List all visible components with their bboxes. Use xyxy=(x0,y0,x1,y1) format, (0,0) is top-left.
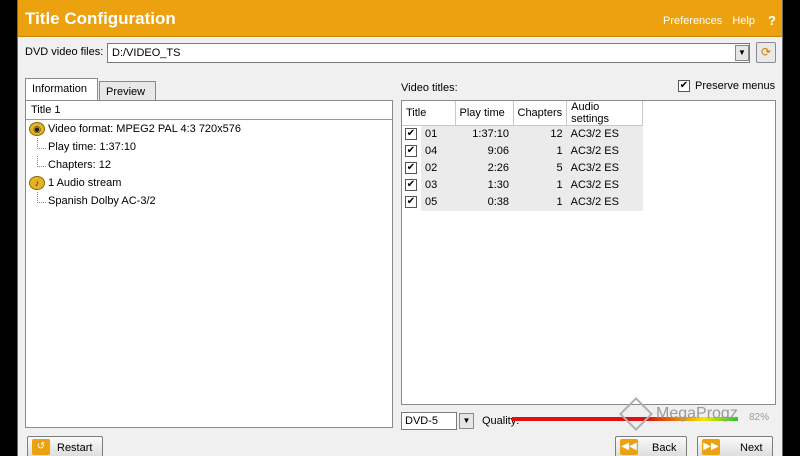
cell-title: 05 xyxy=(421,193,455,211)
table-row[interactable]: ✔ 04 9:06 1 AC3/2 ES xyxy=(402,142,643,160)
table-row[interactable]: ✔ 05 0:38 1 AC3/2 ES xyxy=(402,193,643,211)
help-link[interactable]: Help xyxy=(732,15,755,27)
cell-play-time: 1:30 xyxy=(455,176,513,194)
watermark: MegaProgz xyxy=(619,397,774,431)
cell-audio-settings: AC3/2 ES xyxy=(566,193,643,211)
audio-note-icon: ♪ xyxy=(29,176,45,190)
table-row[interactable]: ✔ 03 1:30 1 AC3/2 ES xyxy=(402,176,643,194)
cell-play-time: 0:38 xyxy=(455,193,513,211)
tree-item-play-time[interactable]: Play time: 1:37:10 xyxy=(26,138,392,156)
tree-item-audio-streams[interactable]: ♪ 1 Audio stream xyxy=(26,174,392,192)
preserve-menus-label: Preserve menus xyxy=(695,80,776,93)
dvd-files-label: DVD video files: xyxy=(25,46,104,58)
cell-title: 04 xyxy=(421,142,455,160)
info-title-header: Title 1 xyxy=(26,101,392,120)
cell-audio-settings: AC3/2 ES xyxy=(566,142,643,160)
tree-item-label: Spanish Dolby AC-3/2 xyxy=(48,195,156,207)
title-bar: Title Configuration Preferences Help ? xyxy=(18,0,782,37)
cell-audio-settings: AC3/2 ES xyxy=(566,176,643,194)
restart-button[interactable]: ↺ Restart xyxy=(27,436,103,456)
window-title: Title Configuration xyxy=(25,9,176,28)
cell-chapters: 12 xyxy=(513,125,567,143)
video-titles-label: Video titles: xyxy=(401,82,458,94)
watermark-text: MegaProgz xyxy=(656,405,738,422)
tab-preview[interactable]: Preview xyxy=(99,81,156,100)
cell-chapters: 1 xyxy=(513,176,567,194)
preferences-link[interactable]: Preferences xyxy=(663,15,722,27)
table-header-row: Title Play time Chapters Audio settings xyxy=(402,101,644,126)
column-header-chapters[interactable]: Chapters xyxy=(513,101,568,126)
tree-item-video-format[interactable]: ◉ Video format: MPEG2 PAL 4:3 720x576 xyxy=(26,120,392,138)
cell-title: 02 xyxy=(421,159,455,177)
video-titles-table: Title Play time Chapters Audio settings … xyxy=(402,101,644,211)
tab-information[interactable]: Information xyxy=(25,78,98,100)
rewind-icon: ◀◀ xyxy=(620,439,638,455)
next-label: Next xyxy=(740,442,763,454)
help-question-icon[interactable]: ? xyxy=(768,13,776,28)
checkbox-checked-icon[interactable]: ✔ xyxy=(405,128,417,141)
video-eye-icon: ◉ xyxy=(29,122,45,136)
row-checkbox[interactable]: ✔ xyxy=(402,193,421,211)
cell-title: 01 xyxy=(421,125,455,143)
cell-play-time: 2:26 xyxy=(455,159,513,177)
restart-label: Restart xyxy=(57,442,93,454)
cell-play-time: 9:06 xyxy=(455,142,513,160)
row-checkbox[interactable]: ✔ xyxy=(402,176,421,194)
dvd-files-input[interactable]: D:/VIDEO_TS xyxy=(107,43,750,63)
cell-chapters: 1 xyxy=(513,142,567,160)
cell-audio-settings: AC3/2 ES xyxy=(566,125,643,143)
checkbox-checked-icon[interactable]: ✔ xyxy=(405,196,417,209)
table-row[interactable]: ✔ 02 2:26 5 AC3/2 ES xyxy=(402,159,643,177)
row-checkbox[interactable]: ✔ xyxy=(402,125,421,143)
checkbox-checked-icon[interactable]: ✔ xyxy=(405,179,417,192)
column-header-play-time[interactable]: Play time xyxy=(455,101,514,126)
checkbox-checked-icon[interactable]: ✔ xyxy=(678,80,690,93)
row-checkbox[interactable]: ✔ xyxy=(402,159,421,177)
row-checkbox[interactable]: ✔ xyxy=(402,142,421,160)
fast-forward-icon: ▶▶ xyxy=(702,439,720,455)
tree-item-label: Play time: 1:37:10 xyxy=(48,141,137,153)
cell-chapters: 5 xyxy=(513,159,567,177)
tree-item-label: 1 Audio stream xyxy=(48,177,122,189)
back-button[interactable]: ◀◀ Back xyxy=(615,436,687,456)
information-panel: Title 1 ◉ Video format: MPEG2 PAL 4:3 72… xyxy=(25,100,393,428)
tree-item-audio-track[interactable]: Spanish Dolby AC-3/2 xyxy=(26,192,392,210)
title-links: Preferences Help ? xyxy=(656,12,776,28)
next-button[interactable]: ▶▶ Next xyxy=(697,436,773,456)
folder-refresh-icon[interactable]: ⟳ xyxy=(756,42,776,63)
chevron-down-icon[interactable]: ▼ xyxy=(459,413,474,429)
cell-audio-settings: AC3/2 ES xyxy=(566,159,643,177)
title-configuration-window: Title Configuration Preferences Help ? D… xyxy=(17,0,783,456)
watermark-logo-icon xyxy=(619,397,653,431)
column-header-audio-settings[interactable]: Audio settings xyxy=(566,101,644,126)
video-titles-list: Title Play time Chapters Audio settings … xyxy=(401,100,776,405)
cell-title: 03 xyxy=(421,176,455,194)
tree-item-label: Chapters: 12 xyxy=(48,159,111,171)
chevron-down-icon[interactable]: ▼ xyxy=(735,45,749,61)
cell-play-time: 1:37:10 xyxy=(455,125,513,143)
checkbox-checked-icon[interactable]: ✔ xyxy=(405,162,417,175)
checkbox-checked-icon[interactable]: ✔ xyxy=(405,145,417,158)
tree-item-chapters[interactable]: Chapters: 12 xyxy=(26,156,392,174)
tree-item-label: Video format: MPEG2 PAL 4:3 720x576 xyxy=(48,123,242,135)
disc-type-select[interactable]: DVD-5 xyxy=(401,412,457,430)
restart-arrow-icon: ↺ xyxy=(32,439,50,455)
back-label: Back xyxy=(652,442,677,454)
preserve-menus-checkbox[interactable]: ✔ Preserve menus xyxy=(678,80,776,93)
table-row[interactable]: ✔ 01 1:37:10 12 AC3/2 ES xyxy=(402,125,643,143)
column-header-title[interactable]: Title xyxy=(402,101,456,126)
cell-chapters: 1 xyxy=(513,193,567,211)
